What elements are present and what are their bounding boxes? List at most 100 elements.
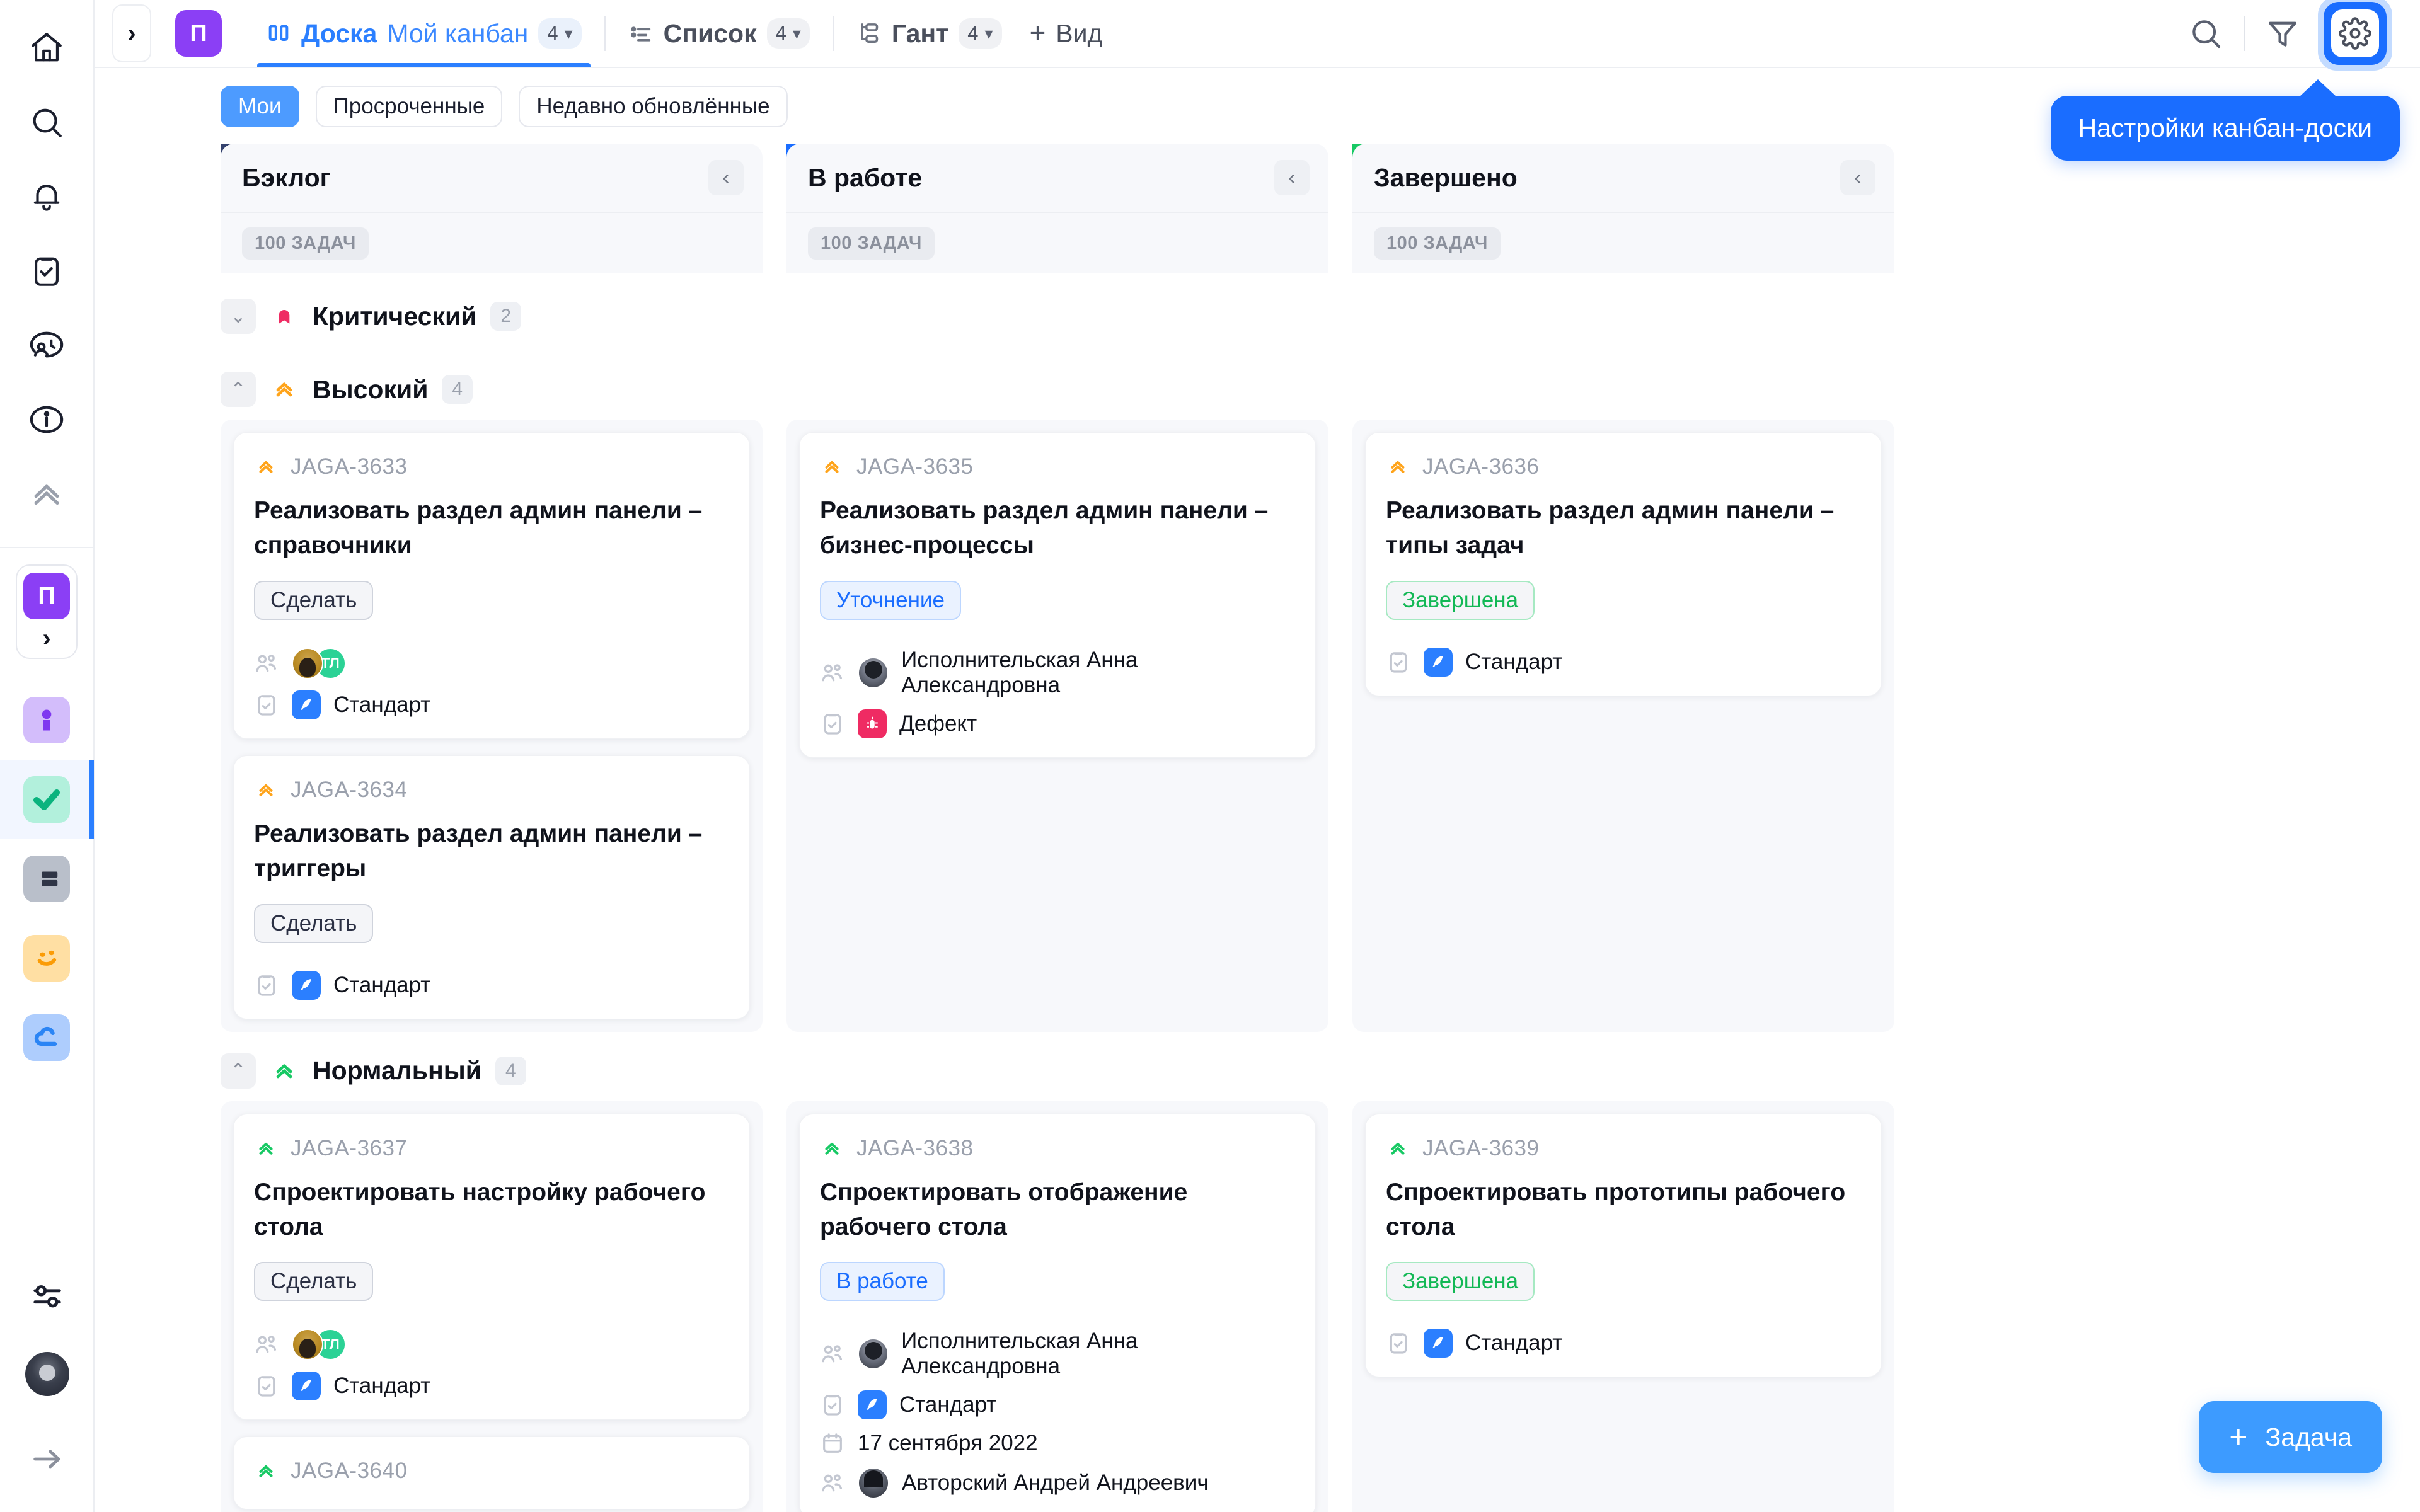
- feather-icon: [292, 690, 321, 719]
- priority-group-header[interactable]: ⌃ Нормальный 4: [221, 1041, 2420, 1101]
- status-badge[interactable]: Уточнение: [820, 580, 961, 620]
- plus-icon: +: [1029, 18, 1046, 49]
- column-title: В работе: [808, 163, 923, 192]
- card-key-row: JAGA-3635: [820, 454, 1295, 479]
- home-icon[interactable]: [16, 18, 77, 78]
- task-card[interactable]: JAGA-3637 Спроектировать настройку рабоч…: [233, 1113, 750, 1421]
- tab-list-count[interactable]: 4 ▾: [766, 18, 810, 49]
- due-date-row: 17 сентября 2022: [820, 1431, 1295, 1456]
- clipboard-icon: [254, 1373, 279, 1399]
- lane-backlog-high: JAGA-3633 Реализовать раздел админ панел…: [221, 420, 763, 1032]
- status-badge[interactable]: Сделать: [254, 903, 374, 943]
- board-icon: [266, 21, 291, 46]
- task-key: JAGA-3635: [856, 454, 974, 479]
- chip-my[interactable]: Мои: [221, 86, 299, 127]
- project-initial-tile: П: [23, 573, 70, 619]
- app-item-tasks[interactable]: [0, 760, 94, 839]
- filter-button[interactable]: [2254, 4, 2312, 62]
- project-expand-icon[interactable]: ›: [42, 626, 50, 651]
- lane-backlog-normal: JAGA-3637 Спроектировать настройку рабоч…: [221, 1101, 763, 1512]
- top-bar: › П Доска Мой канбан 4 ▾ Список 4 ▾ Гант…: [95, 0, 2420, 71]
- task-card[interactable]: JAGA-3635 Реализовать раздел админ панел…: [799, 432, 1316, 758]
- task-card[interactable]: JAGA-3640: [233, 1436, 750, 1510]
- users-icon: [820, 1341, 845, 1366]
- info-icon[interactable]: [16, 389, 77, 450]
- kanban-board: Бэклог ‹ 100 ЗАДАЧ В работе ‹ 100 ЗАДАЧ …: [95, 144, 2420, 1512]
- status-badge[interactable]: Сделать: [254, 1262, 374, 1302]
- status-badge[interactable]: Завершена: [1386, 580, 1535, 620]
- assignee-row: Исполнительская Анна Александровна: [820, 648, 1295, 698]
- group-toggle-icon[interactable]: ⌃: [221, 372, 256, 407]
- chip-recently-updated[interactable]: Недавно обновлённые: [519, 86, 788, 127]
- project-switcher[interactable]: П ›: [16, 564, 78, 659]
- group-lanes: JAGA-3637 Спроектировать настройку рабоч…: [221, 1101, 2420, 1512]
- users-icon: [820, 660, 845, 685]
- column-task-count: 100 ЗАДАЧ: [1374, 227, 1501, 260]
- priority-group-normal: ⌃ Нормальный 4 JAGA-3637 Спроектировать …: [221, 1032, 2420, 1512]
- assignee-name: Исполнительская Анна Александровна: [901, 1329, 1138, 1379]
- task-title: Спроектировать настройку рабочего стола: [254, 1178, 706, 1240]
- user-avatar[interactable]: [25, 1352, 69, 1396]
- high-priority-icon: [820, 455, 844, 479]
- add-view-button[interactable]: + Вид: [1016, 19, 1117, 49]
- task-title: Реализовать раздел админ панели – тригге…: [254, 820, 703, 883]
- normal-priority-icon: [1386, 1137, 1410, 1160]
- priority-chevrons-icon[interactable]: [16, 464, 77, 524]
- column-collapse-icon[interactable]: ‹: [1840, 160, 1876, 195]
- card-key-row: JAGA-3633: [254, 454, 729, 479]
- search-button[interactable]: [2177, 4, 2235, 62]
- task-type-row: Стандарт: [1386, 647, 1861, 677]
- task-card[interactable]: JAGA-3639 Спроектировать прототипы рабоч…: [1365, 1113, 1882, 1378]
- column-title: Завершено: [1374, 163, 1518, 192]
- chip-overdue[interactable]: Просроченные: [315, 86, 503, 127]
- avatar: [858, 1467, 889, 1499]
- app-item-info[interactable]: [0, 680, 94, 760]
- author-row: Авторский Андрей Андреевич: [820, 1467, 1295, 1499]
- sidebar-expand-button[interactable]: ›: [112, 4, 151, 62]
- bell-icon[interactable]: [16, 166, 77, 227]
- task-type-label: Стандарт: [899, 1392, 997, 1418]
- task-card[interactable]: JAGA-3636 Реализовать раздел админ панел…: [1365, 432, 1882, 696]
- search-icon[interactable]: [16, 92, 77, 152]
- tab-gantt-count[interactable]: 4 ▾: [959, 18, 1002, 49]
- collapse-arrow-icon[interactable]: [17, 1429, 78, 1489]
- gear-button-surface[interactable]: [2324, 2, 2387, 65]
- app-item-table[interactable]: [0, 839, 94, 919]
- app-item-cloud[interactable]: [0, 998, 94, 1077]
- priority-group-header[interactable]: ⌃ Высокий 4: [221, 359, 2420, 420]
- tab-gantt[interactable]: Гант 4 ▾: [843, 0, 1016, 67]
- normal-priority-icon: [254, 1137, 278, 1160]
- settings-sliders-icon[interactable]: [17, 1266, 78, 1327]
- status-badge[interactable]: Завершена: [1386, 1262, 1535, 1302]
- tab-divider: [604, 16, 606, 51]
- app-item-smile[interactable]: [0, 919, 94, 998]
- tab-board-count[interactable]: 4 ▾: [538, 18, 582, 49]
- task-type-label: Стандарт: [1465, 649, 1563, 674]
- column-backlog: Бэклог ‹ 100 ЗАДАЧ: [221, 144, 763, 273]
- column-collapse-icon[interactable]: ‹: [1274, 160, 1310, 195]
- tasks-clipboard-icon[interactable]: [16, 241, 77, 301]
- status-badge[interactable]: В работе: [820, 1262, 945, 1302]
- tab-board[interactable]: Доска Мой канбан 4 ▾: [252, 0, 596, 67]
- status-badge[interactable]: Сделать: [254, 580, 374, 620]
- task-card[interactable]: JAGA-3638 Спроектировать отображение раб…: [799, 1113, 1316, 1512]
- kanban-settings-button[interactable]: [2318, 0, 2392, 71]
- topbar-divider: [2244, 16, 2245, 51]
- feather-icon: [1424, 647, 1453, 677]
- column-collapse-icon[interactable]: ‹: [708, 160, 744, 195]
- tab-list[interactable]: Список 4 ▾: [614, 0, 824, 67]
- tab-board-count-value: 4: [547, 22, 558, 44]
- project-badge[interactable]: П: [175, 10, 222, 57]
- group-toggle-icon[interactable]: ⌄: [221, 299, 256, 334]
- list-icon: [628, 21, 654, 46]
- task-card[interactable]: JAGA-3633 Реализовать раздел админ панел…: [233, 432, 750, 739]
- time-tracking-icon[interactable]: [16, 315, 77, 375]
- task-card[interactable]: JAGA-3634 Реализовать раздел админ панел…: [233, 755, 750, 1019]
- tab-list-label: Список: [663, 18, 757, 48]
- priority-group-header[interactable]: ⌄ Критический 2: [221, 286, 2420, 346]
- tab-gantt-label: Гант: [891, 18, 949, 48]
- assignees-row: ТЛ: [254, 1329, 729, 1361]
- group-toggle-icon[interactable]: ⌃: [221, 1053, 256, 1089]
- table-icon: [23, 856, 70, 902]
- create-task-button[interactable]: + Задача: [2199, 1401, 2382, 1473]
